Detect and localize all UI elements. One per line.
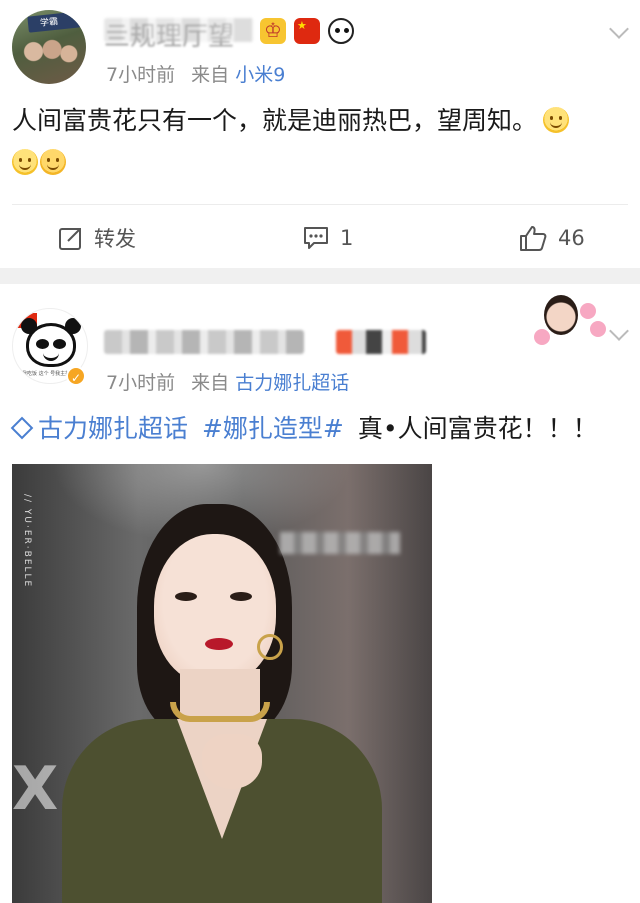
super-topic-link[interactable]: 古力娜扎超话: [38, 414, 188, 443]
post-meta: 7小时前 来自 古力娜扎超话: [106, 368, 349, 395]
crown-badge-icon[interactable]: [260, 18, 286, 44]
post-text: 人间富贵花只有一个，就是迪丽热巴，望周知。: [12, 106, 538, 135]
super-topic-diamond-icon: [10, 416, 34, 440]
china-flag-badge-icon[interactable]: [294, 18, 320, 44]
photo-watermark-text: // YU·ER·BELLE: [22, 494, 32, 589]
source-prefix: 来自: [191, 64, 230, 86]
repost-label: 转发: [94, 227, 136, 251]
smile-emoji-icon: [12, 149, 38, 175]
like-count: 46: [558, 226, 585, 250]
divider: [12, 204, 628, 205]
user-badges-blurred[interactable]: [336, 330, 426, 354]
avatar-badge-text: 学霸: [39, 17, 59, 29]
username-blurred[interactable]: [104, 330, 304, 354]
comment-count: 1: [340, 226, 354, 250]
like-button[interactable]: 46: [518, 222, 585, 254]
source-prefix: 来自: [191, 372, 230, 394]
feed-separator: [0, 268, 640, 284]
panda-badge-icon[interactable]: [328, 18, 354, 44]
post-content: 古力娜扎超话 #娜扎造型# 真•人间富贵花！！！: [8, 409, 598, 449]
decorative-avatar-pendant: [528, 289, 620, 353]
weibo-post-2: 看我吃饭 这个 号我主持公道 ✓ 7小时前 来自 古力娜扎超话 古力娜扎超话 #…: [0, 284, 640, 903]
avatar-photo: [18, 34, 80, 78]
panda-meme-icon: [21, 318, 81, 367]
post-image[interactable]: // YU·ER·BELLE X: [12, 464, 432, 903]
photo-blurred-watermark: [280, 532, 400, 554]
verified-badge-icon: ✓: [66, 366, 86, 386]
photo-logo-mark: X: [12, 754, 59, 824]
blush-emoji-icon: [40, 149, 66, 175]
repost-icon: [59, 228, 81, 250]
chevron-down-icon[interactable]: [609, 19, 629, 39]
weibo-post-1: 学霸 亖规理厅望 7小时前 来自 小米9 人间富贵花只有一个，就是迪丽热巴，望周…: [0, 0, 640, 268]
comment-button[interactable]: 1: [302, 222, 353, 254]
post-emoji-line: [12, 143, 68, 183]
comment-icon: [304, 227, 328, 249]
user-avatar[interactable]: 学霸: [12, 10, 86, 84]
repost-button[interactable]: 转发: [58, 222, 136, 254]
hashtag-link[interactable]: #娜扎造型#: [202, 414, 344, 443]
post-meta: 7小时前 来自 小米9: [106, 60, 285, 87]
post-time: 7小时前: [106, 64, 176, 86]
post-text: 真•人间富贵花！！！: [357, 414, 598, 443]
source-link[interactable]: 古力娜扎超话: [235, 372, 349, 394]
thumbs-up-icon: [520, 226, 547, 251]
post-content: 人间富贵花只有一个，就是迪丽热巴，望周知。: [12, 101, 571, 141]
post-time: 7小时前: [106, 372, 176, 394]
source-link[interactable]: 小米9: [235, 64, 285, 86]
smile-emoji-icon: [543, 107, 570, 133]
username-blur-mask: [104, 18, 254, 42]
